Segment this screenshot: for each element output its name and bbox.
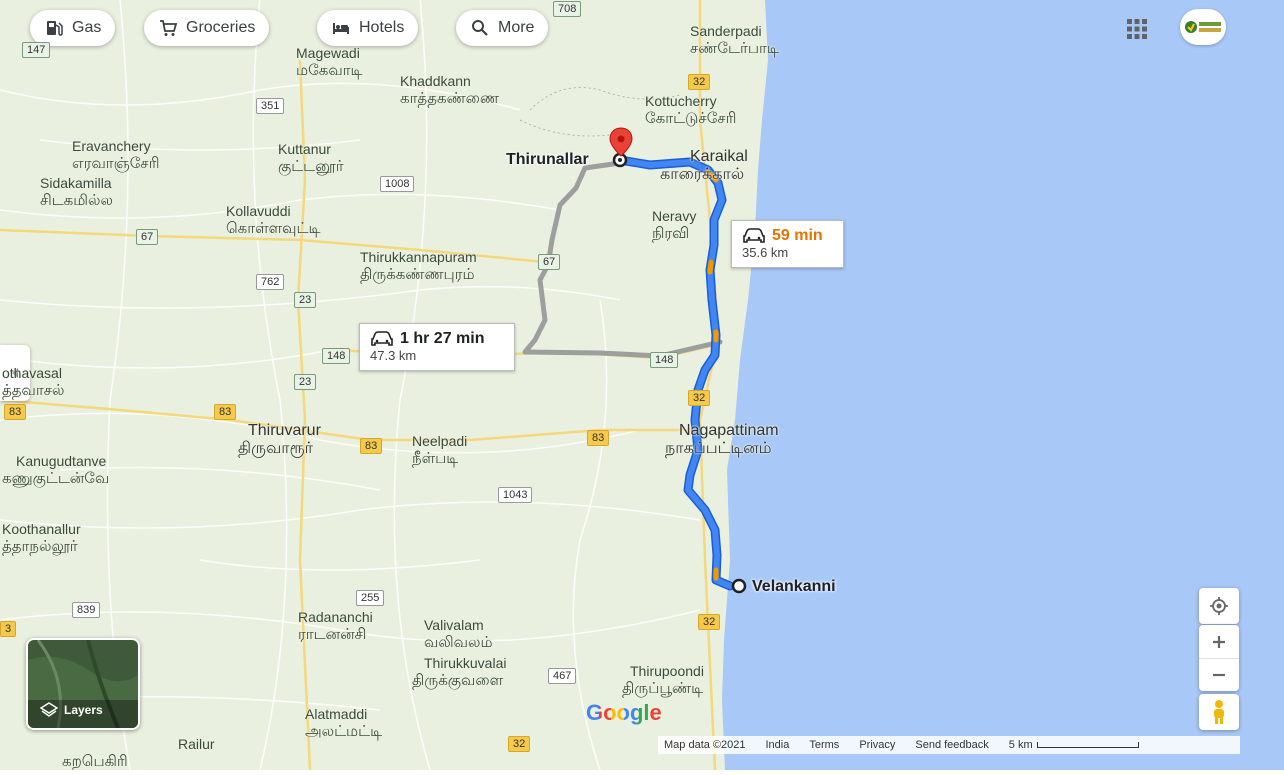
- road-shield: 351: [256, 98, 285, 114]
- car-icon: [371, 331, 393, 346]
- road-shield: 83: [4, 404, 27, 420]
- more-chip[interactable]: More: [456, 10, 549, 46]
- place-label: Eravanchery எரவாஞ்சேரி: [72, 138, 160, 172]
- place-label: Radananchi ராடனன்சி: [298, 609, 373, 643]
- privacy-link[interactable]: Privacy: [859, 739, 895, 751]
- hotels-chip-label: Hotels: [359, 19, 405, 36]
- alternate-route-distance: 47.3 km: [370, 348, 417, 363]
- road-shield: 1008: [380, 176, 415, 192]
- zoom-in-button[interactable]: [1199, 626, 1239, 659]
- road-shield: 467: [548, 668, 577, 684]
- destination-marker: [731, 578, 747, 594]
- map-background: [0, 0, 1284, 771]
- search-icon: [472, 20, 488, 36]
- send-feedback-link[interactable]: Send feedback: [915, 739, 988, 751]
- place-label: Thirupoondi திருப்பூண்டி: [622, 663, 704, 697]
- place-label: Koothanallur த்தாநல்லூர்: [2, 521, 81, 555]
- scale-label: 5 km: [1008, 739, 1033, 751]
- layers-label: Layers: [64, 703, 103, 717]
- road-shield: 23: [294, 292, 317, 308]
- map-footer: Map data ©2021 India Terms Privacy Send …: [658, 736, 1240, 754]
- alternate-route-time: 1 hr 27 min: [400, 330, 485, 347]
- primary-route-callout[interactable]: 59 min 35.6 km: [731, 220, 844, 268]
- google-logo: Google: [586, 700, 662, 726]
- road-shield: 148: [322, 348, 351, 364]
- layers-icon: [40, 702, 58, 717]
- place-label: othavasal த்தவாசல்: [2, 365, 65, 399]
- scale-bar[interactable]: 5 km: [1009, 739, 1139, 751]
- place-label: Thirukkuvalai திருக்குவளை: [412, 655, 507, 689]
- road-shield: 83: [587, 430, 610, 446]
- place-label: Alatmaddi அலட்மட்டி: [305, 706, 383, 740]
- car-icon: [743, 228, 765, 243]
- place-label: Magewadi மகேவாடி: [296, 45, 363, 79]
- my-location-button[interactable]: [1199, 588, 1239, 624]
- pegman-icon: [1214, 700, 1224, 724]
- road-shield: 147: [22, 42, 51, 58]
- place-label: Thirukkannapuram திருக்கண்ணபுரம்: [360, 249, 477, 283]
- hotels-chip[interactable]: Hotels: [317, 10, 419, 46]
- map-canvas[interactable]: [0, 0, 1284, 771]
- layers-button[interactable]: Layers: [26, 638, 140, 730]
- place-label: Kollavuddi கொள்ளவுட்டி: [226, 203, 321, 237]
- groceries-chip[interactable]: Groceries: [144, 10, 270, 46]
- place-label: Sanderpadi சண்டேர்பாடி: [690, 23, 779, 57]
- street-view-button[interactable]: [1199, 694, 1239, 730]
- account-avatar[interactable]: [1180, 9, 1226, 45]
- alternate-route-callout[interactable]: 1 hr 27 min 47.3 km: [359, 323, 515, 371]
- road-shield: 32: [688, 74, 711, 90]
- place-label: Neelpadi நீள்படி: [412, 433, 468, 467]
- road-shield: 32: [698, 614, 721, 630]
- origin-label[interactable]: Thirunallar: [506, 151, 589, 169]
- my-location-icon: [1210, 597, 1228, 615]
- gas-station-icon: [47, 21, 63, 36]
- road-shield: 23: [294, 374, 317, 390]
- road-shield: 762: [256, 274, 285, 290]
- road-shield: 32: [508, 736, 531, 752]
- more-chip-label: More: [498, 19, 535, 36]
- groceries-chip-label: Groceries: [186, 19, 256, 36]
- google-logo-text: Google: [586, 700, 662, 725]
- plus-icon: [1213, 635, 1225, 648]
- zoom-out-button[interactable]: [1199, 659, 1239, 691]
- place-label: Sidakamilla சிடகமில்ல: [40, 175, 113, 209]
- place-label: Karaikal காரைக்கால்: [660, 148, 748, 183]
- terms-link[interactable]: Terms: [809, 739, 839, 751]
- road-shield: 83: [360, 438, 383, 454]
- shopping-cart-icon: [160, 20, 178, 36]
- place-label: Valivalam வலிவலம்: [424, 617, 493, 651]
- apps-grid-icon[interactable]: [1126, 18, 1148, 40]
- road-shield: 67: [136, 229, 159, 245]
- road-shield: 83: [214, 404, 237, 420]
- primary-route-time: 59 min: [772, 227, 823, 244]
- road-shield: 3: [0, 621, 17, 637]
- primary-route-distance: 35.6 km: [742, 245, 789, 260]
- gas-chip[interactable]: Gas: [30, 10, 116, 46]
- map-data-attribution: Map data ©2021: [664, 739, 746, 751]
- bed-icon: [333, 23, 349, 34]
- place-label: Neravy நிரவி: [652, 208, 697, 242]
- place-label: Nagapattinam நாகப்பட்டினம்: [665, 422, 779, 457]
- road-shield: 839: [72, 602, 101, 618]
- destination-label[interactable]: Velankanni: [752, 578, 836, 596]
- gas-chip-label: Gas: [72, 19, 102, 36]
- minus-icon: [1213, 673, 1225, 676]
- place-label: Khaddkann காத்தகண்ணை: [400, 73, 499, 107]
- place-label: Kuttanur குட்டனூர்: [278, 141, 344, 175]
- zoom-controls: [1199, 625, 1239, 691]
- road-shield: 148: [650, 352, 679, 368]
- country-link[interactable]: India: [766, 739, 790, 751]
- road-shield: 67: [538, 254, 561, 270]
- avatar-logo-icon: [1185, 21, 1221, 33]
- place-label: Thiruvarur திருவாரூர்: [238, 422, 321, 457]
- place-label: Railur கறபெகிரி: [62, 736, 215, 770]
- place-label: Kanugudtanve கணுகுட்டன்வே: [2, 453, 110, 487]
- place-label: Kottucherry கோட்டுச்சேரி: [645, 93, 737, 127]
- scale-ruler: [1036, 742, 1139, 748]
- road-shield: 1043: [498, 487, 533, 503]
- road-shield: 255: [356, 590, 385, 606]
- road-shield: 708: [553, 1, 582, 17]
- road-shield: 32: [688, 390, 711, 406]
